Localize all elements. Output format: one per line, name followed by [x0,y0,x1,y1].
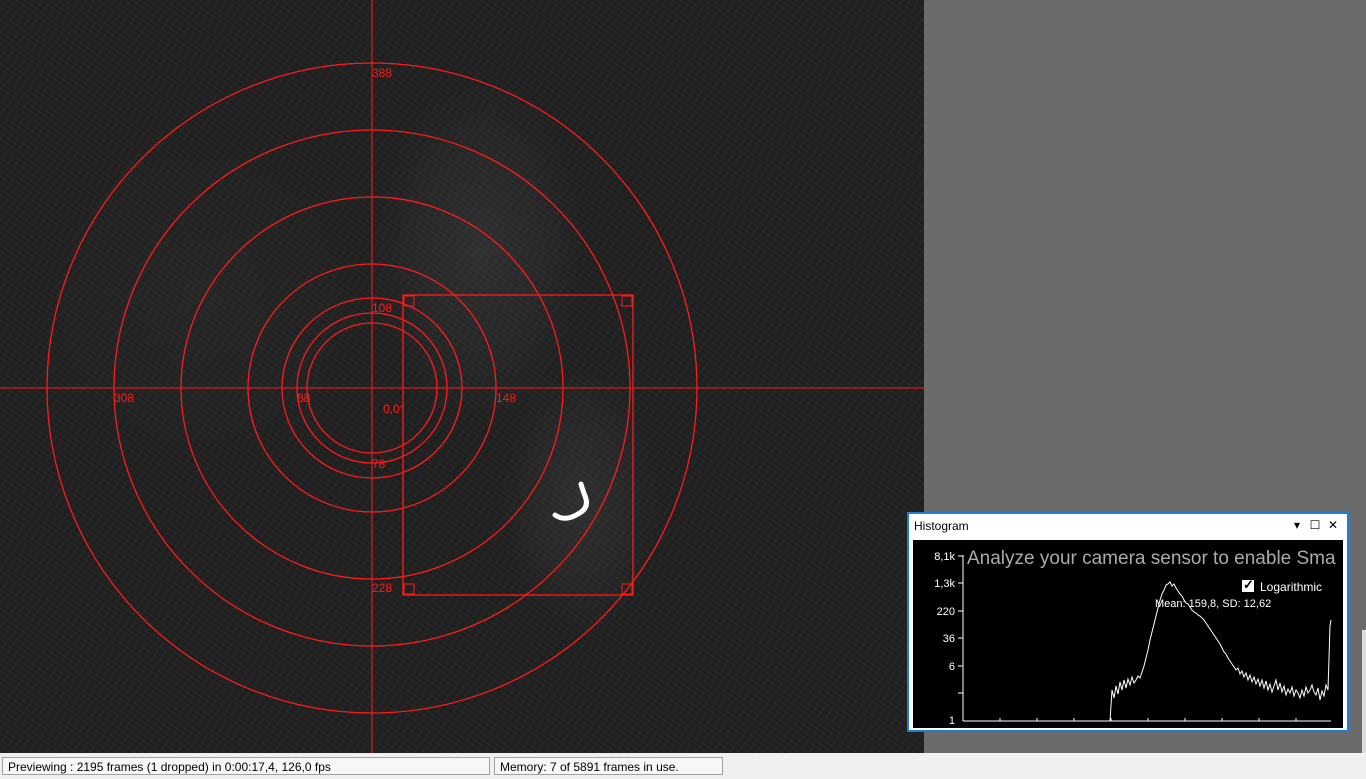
panel-scrollbar[interactable] [1362,630,1366,753]
logarithmic-label: Logarithmic [1260,580,1323,594]
y-tick-label: 1 [949,715,955,727]
roi-label: 228 [372,581,392,595]
center-label: 0,0° [383,402,405,416]
y-tick-label: 6 [949,661,955,673]
y-tick-label: 8,1k [934,551,955,563]
y-tick-label: 1,3k [934,578,955,590]
status-memory-text: Memory: 7 of 5891 frames in use. [494,757,723,775]
ring-label-148: 148 [496,391,516,405]
dropdown-arrow-icon[interactable]: ▾ [1289,517,1305,533]
ring-label-388: 388 [372,66,392,80]
histogram-titlebar[interactable]: Histogram ▾ ☐ ✕ [909,514,1347,538]
close-icon[interactable]: ✕ [1325,517,1341,533]
ring-label-308: 308 [114,391,134,405]
status-preview-text: Previewing : 2195 frames (1 dropped) in … [2,757,490,775]
roi-rectangle[interactable] [402,294,634,596]
histogram-stats: Mean: 159,8, SD: 12,62 [1155,598,1272,610]
solar-flare-feature [552,481,589,521]
preview-viewport[interactable]: 388 308 148 108 88 78 0,0° 228 [0,0,924,753]
y-tick-label: 220 [937,606,955,618]
roi-handle-bl[interactable] [403,583,415,595]
ring-label-78: 78 [372,457,386,471]
ring-label-88: 88 [297,391,311,405]
logarithmic-checkbox[interactable] [1242,577,1254,593]
reticle-overlay: 388 308 148 108 88 78 0,0° 228 [0,0,924,753]
roi-handle-tr[interactable] [621,295,633,307]
status-bar: Previewing : 2195 frames (1 dropped) in … [0,753,1366,779]
histogram-plot-area: 8,1k 1,3k 220 36 6 1 Analyze your camera… [913,540,1343,728]
histogram-title: Histogram [914,519,969,533]
ring-label-108: 108 [372,301,392,315]
maximize-icon[interactable]: ☐ [1307,517,1323,533]
y-tick-label: 36 [943,633,955,645]
smart-histogram-message: Analyze your camera sensor to enable Sma [967,548,1336,569]
histogram-window[interactable]: Histogram ▾ ☐ ✕ 8,1k 1,3k 220 36 6 1 Ana… [907,512,1349,732]
